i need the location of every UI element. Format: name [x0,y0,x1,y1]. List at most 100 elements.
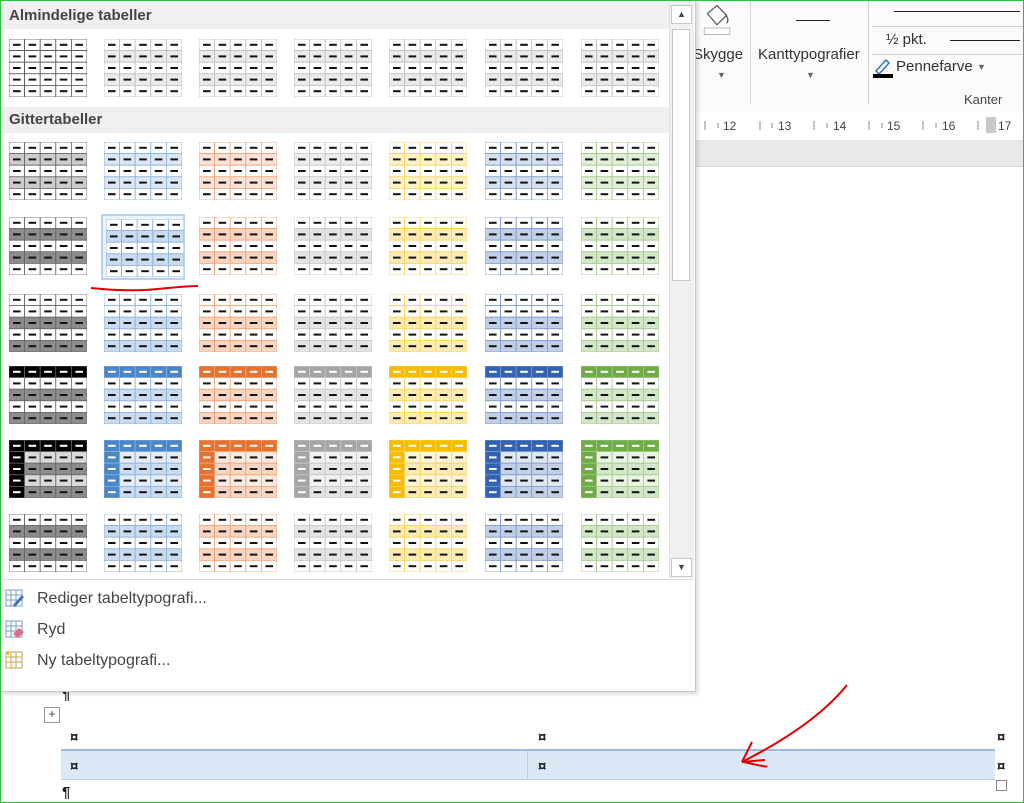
chevron-down-icon: ▼ [717,70,726,80]
table-style-grid-black-4[interactable] [6,363,90,429]
menu-divider [2,579,694,580]
pen-color-button[interactable]: Pennefarve ▼ [872,56,992,80]
table-style-grid-green-1[interactable] [578,139,662,205]
table-style-preview [199,142,277,200]
scroll-up-button[interactable]: ▲ [671,5,692,24]
table-style-plain-6[interactable] [482,36,566,102]
border-styles-button[interactable]: Kanttypografier ▼ [754,0,866,100]
table-style-grid-darkblue-2[interactable] [482,214,566,280]
table-style-grid-orange-1[interactable] [196,139,280,205]
table-style-preview [581,142,659,200]
table-style-grid-black-6[interactable] [6,511,90,577]
table-style-preview [485,514,563,572]
divider [750,0,751,104]
table-style-grid-gold-5[interactable] [386,437,470,503]
table-style-preview [199,366,277,424]
table-style-grid-blue-3[interactable] [101,291,185,357]
table-style-preview [485,142,563,200]
edit-table-style-icon [5,589,24,607]
table-style-grid-green-4[interactable] [578,363,662,429]
table-style-grid-green-3[interactable] [578,291,662,357]
table-style-grid-gold-6[interactable] [386,511,470,577]
table-style-plain-7[interactable] [578,36,662,102]
table-style-preview [294,142,372,200]
ruler-label: 15 [887,119,901,133]
table-style-plain-3[interactable] [196,36,280,102]
table-style-preview [9,366,87,424]
table-style-grid-black-2[interactable] [6,214,90,280]
table-style-grid-blue-1[interactable] [101,139,185,205]
table-style-grid-blue-5[interactable] [101,437,185,503]
table-style-grid-gray-2[interactable] [291,214,375,280]
chevron-down-icon: ▼ [806,70,815,80]
table-style-grid-gray-1[interactable] [291,139,375,205]
table-style-grid-black-1[interactable] [6,139,90,205]
table-style-preview [581,294,659,352]
table-style-preview [9,514,87,572]
table-style-grid-gray-4[interactable] [291,363,375,429]
table-style-grid-gray-6[interactable] [291,511,375,577]
table-style-grid-orange-4[interactable] [196,363,280,429]
table-style-grid-gray-5[interactable] [291,437,375,503]
table-style-grid-darkblue-6[interactable] [482,511,566,577]
new-table-style-icon [5,651,23,669]
table-style-preview [389,217,467,275]
table-style-grid-gold-2[interactable] [386,214,470,280]
border-style-sample [796,20,830,21]
table-style-grid-gold-4[interactable] [386,363,470,429]
table-style-grid-blue-2[interactable] [101,214,185,280]
shading-button[interactable]: Skygge ▼ [693,0,747,100]
horizontal-ruler[interactable]: 12 13 14 15 16 17 [690,112,1024,140]
border-styles-label: Kanttypografier [758,46,860,63]
table-style-grid-orange-3[interactable] [196,291,280,357]
table-style-preview [104,294,182,352]
table-style-grid-green-6[interactable] [578,511,662,577]
cell-end-mark: ¤ [538,758,547,775]
table-style-grid-gold-1[interactable] [386,139,470,205]
table-style-plain-5[interactable] [386,36,470,102]
line-style-sample [894,11,1020,12]
table-style-grid-darkblue-4[interactable] [482,363,566,429]
table-style-plain-4[interactable] [291,36,375,102]
table-style-preview [389,39,467,97]
table-move-handle[interactable]: + [44,707,60,723]
table-style-grid-black-3[interactable] [6,291,90,357]
table-style-grid-blue-6[interactable] [101,511,185,577]
ruler-label: 17 [998,119,1012,133]
scrollbar-thumb[interactable] [672,29,690,281]
table-style-preview [199,514,277,572]
table-style-preview [294,440,372,498]
table-style-preview [9,217,87,275]
table-style-grid-orange-5[interactable] [196,437,280,503]
menu-item-new-table-style[interactable]: Ny tabeltypografi... [5,647,685,675]
table-style-grid-blue-4[interactable] [101,363,185,429]
table-style-preview [485,39,563,97]
line-weight-select[interactable]: ½ pkt. [872,28,1024,55]
table-style-grid-green-5[interactable] [578,437,662,503]
table-style-grid-gray-3[interactable] [291,291,375,357]
menu-item-edit-table-style[interactable]: Rediger tabeltypografi... [5,585,685,613]
line-style-select[interactable] [872,0,1024,27]
table-style-plain-1[interactable] [6,36,90,102]
table-style-preview [581,217,659,275]
table-style-grid-darkblue-5[interactable] [482,437,566,503]
table-resize-handle[interactable] [996,780,1007,791]
menu-item-clear[interactable]: Ryd [5,616,685,644]
table-style-grid-darkblue-3[interactable] [482,291,566,357]
table-style-preview [199,39,277,97]
table-style-preview [294,366,372,424]
table-style-grid-orange-2[interactable] [196,214,280,280]
table-style-preview [199,217,277,275]
table-style-grid-black-5[interactable] [6,437,90,503]
pen-color-label: Pennefarve [896,58,973,75]
table-style-grid-orange-6[interactable] [196,511,280,577]
table-style-preview [389,366,467,424]
ruler-margin-band [690,140,1024,167]
table-style-grid-gold-3[interactable] [386,291,470,357]
table-style-grid-darkblue-1[interactable] [482,139,566,205]
gallery-scrollbar[interactable]: ▲ ▼ [669,2,694,578]
menu-item-label: Rediger tabeltypografi... [37,590,207,607]
table-style-plain-2[interactable] [101,36,185,102]
table-style-grid-green-2[interactable] [578,214,662,280]
scroll-down-button[interactable]: ▼ [671,558,692,577]
